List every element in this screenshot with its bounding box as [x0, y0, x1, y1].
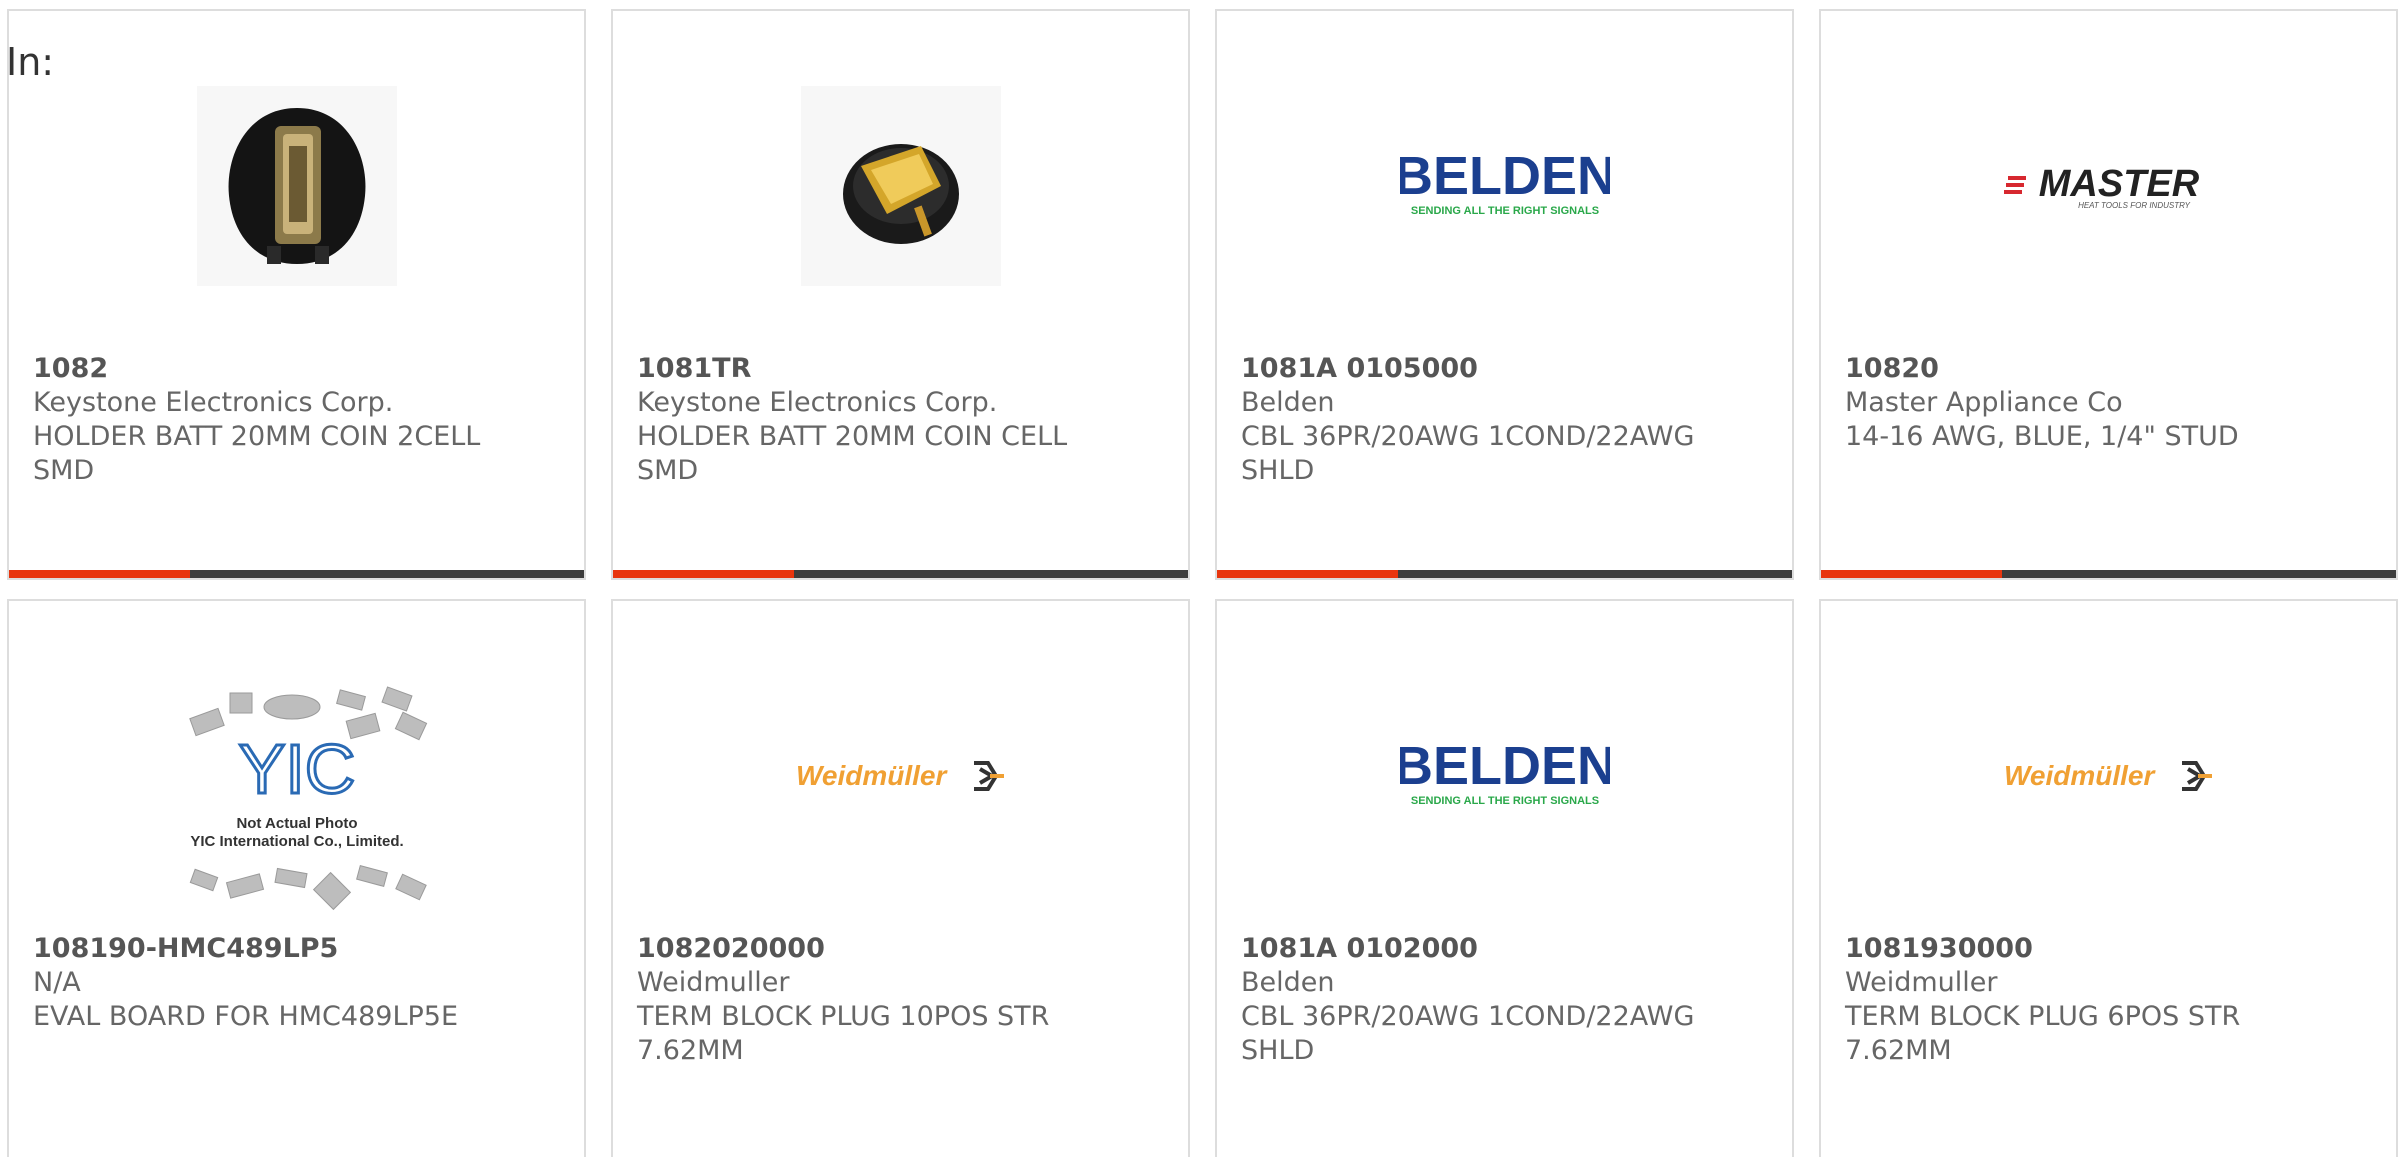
- progress-bar: [1217, 570, 1792, 578]
- svg-text:SENDING ALL THE RIGHT SIGNALS: SENDING ALL THE RIGHT SIGNALS: [1410, 795, 1598, 807]
- progress-fill: [1821, 570, 2003, 578]
- svg-text:YIC International Co., Limited: YIC International Co., Limited.: [190, 833, 403, 850]
- description: HOLDER BATT 20MM COIN 2CELL SMD: [33, 421, 481, 486]
- manufacturer: Weidmuller: [637, 967, 790, 998]
- svg-text:BELDEN: BELDEN: [1400, 146, 1610, 206]
- description: TERM BLOCK PLUG 6POS STR 7.62MM: [1845, 1001, 2241, 1066]
- weidmuller-logo[interactable]: Weidmüller: [796, 671, 1006, 881]
- product-card[interactable]: BELDEN SENDING ALL THE RIGHT SIGNALS 108…: [1215, 9, 1794, 580]
- product-card[interactable]: YIC Not Actual Photo YIC International C…: [7, 599, 586, 1157]
- svg-text:Weidmüller: Weidmüller: [2004, 760, 2157, 791]
- manufacturer: Belden: [1241, 387, 1335, 418]
- yic-placeholder-image[interactable]: YIC Not Actual Photo YIC International C…: [162, 683, 432, 923]
- part-number[interactable]: 1081A 0102000: [1241, 932, 1768, 966]
- product-card[interactable]: 1081TR Keystone Electronics Corp. HOLDER…: [611, 9, 1190, 580]
- svg-text:MASTER: MASTER: [2038, 163, 2199, 205]
- part-number[interactable]: 1082: [33, 352, 560, 386]
- product-card[interactable]: MASTER HEAT TOOLS FOR INDUSTRY 10820 Mas…: [1819, 9, 2398, 580]
- svg-text:YIC: YIC: [238, 730, 355, 808]
- part-number[interactable]: 1081930000: [1845, 932, 2372, 966]
- manufacturer: Master Appliance Co: [1845, 387, 2123, 418]
- progress-bar: [1821, 570, 2396, 578]
- weidmuller-logo[interactable]: Weidmüller: [2004, 671, 2214, 881]
- part-number[interactable]: 1082020000: [637, 932, 1164, 966]
- part-number[interactable]: 10820: [1845, 352, 2372, 386]
- progress-fill: [613, 570, 795, 578]
- belden-logo[interactable]: BELDEN SENDING ALL THE RIGHT SIGNALS: [1400, 81, 1610, 291]
- master-logo[interactable]: MASTER HEAT TOOLS FOR INDUSTRY: [2003, 81, 2214, 291]
- part-number[interactable]: 108190-HMC489LP5: [33, 932, 560, 966]
- belden-logo[interactable]: BELDEN SENDING ALL THE RIGHT SIGNALS: [1400, 671, 1610, 881]
- svg-text:HEAT TOOLS FOR INDUSTRY: HEAT TOOLS FOR INDUSTRY: [2078, 201, 2191, 210]
- svg-text:BELDEN: BELDEN: [1400, 736, 1610, 796]
- product-card[interactable]: Weidmüller 1082020000 Weidmuller TERM BL…: [611, 599, 1190, 1157]
- description: HOLDER BATT 20MM COIN CELL SMD: [637, 421, 1068, 486]
- description: TERM BLOCK PLUG 10POS STR 7.62MM: [637, 1001, 1050, 1066]
- battery-holder-coin-icon[interactable]: [796, 81, 1006, 291]
- results-grid: In: 1082 Keystone Electronics Corp. HOLD…: [0, 0, 2400, 1157]
- product-card[interactable]: BELDEN SENDING ALL THE RIGHT SIGNALS 108…: [1215, 599, 1794, 1157]
- product-card[interactable]: 1082 Keystone Electronics Corp. HOLDER B…: [7, 9, 586, 580]
- manufacturer: Weidmuller: [1845, 967, 1998, 998]
- manufacturer: N/A: [33, 967, 81, 998]
- manufacturer: Belden: [1241, 967, 1335, 998]
- description: CBL 36PR/20AWG 1COND/22AWG SHLD: [1241, 421, 1695, 486]
- progress-fill: [1217, 570, 1399, 578]
- manufacturer: Keystone Electronics Corp.: [33, 387, 394, 418]
- battery-holder-2cell-icon[interactable]: [192, 81, 402, 291]
- progress-bar: [9, 570, 584, 578]
- description: 14-16 AWG, BLUE, 1/4" STUD: [1845, 421, 2239, 452]
- manufacturer: Keystone Electronics Corp.: [637, 387, 998, 418]
- svg-text:Weidmüller: Weidmüller: [796, 760, 949, 791]
- svg-text:Not Actual Photo: Not Actual Photo: [236, 815, 357, 832]
- part-number[interactable]: 1081A 0105000: [1241, 352, 1768, 386]
- progress-fill: [9, 570, 191, 578]
- part-number[interactable]: 1081TR: [637, 352, 1164, 386]
- filter-label: In:: [6, 40, 55, 84]
- description: EVAL BOARD FOR HMC489LP5E: [33, 1001, 458, 1032]
- svg-text:SENDING ALL THE RIGHT SIGNALS: SENDING ALL THE RIGHT SIGNALS: [1410, 205, 1598, 217]
- progress-bar: [613, 570, 1188, 578]
- description: CBL 36PR/20AWG 1COND/22AWG SHLD: [1241, 1001, 1695, 1066]
- product-card[interactable]: Weidmüller 1081930000 Weidmuller TERM BL…: [1819, 599, 2398, 1157]
